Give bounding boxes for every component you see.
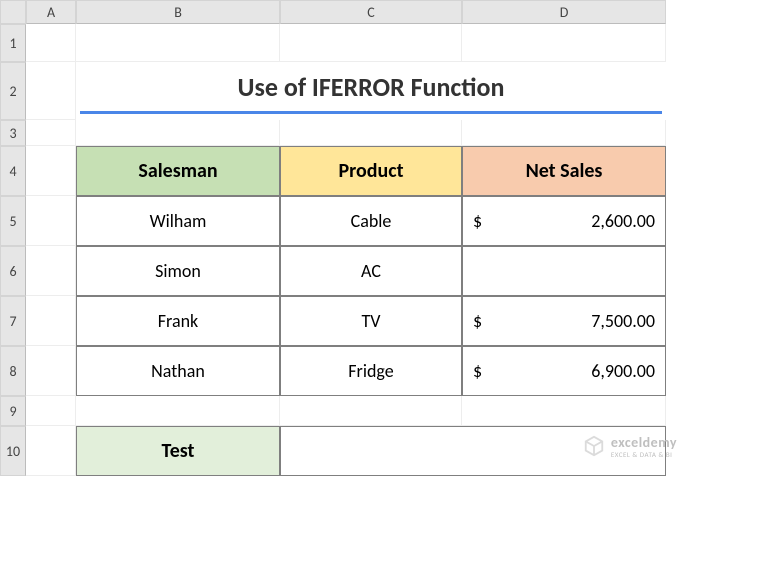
cell-salesman[interactable]: Frank xyxy=(76,296,280,346)
table-header-product[interactable]: Product xyxy=(280,146,462,196)
cell[interactable] xyxy=(76,120,280,146)
cell[interactable] xyxy=(26,62,76,120)
cell-product[interactable]: Cable xyxy=(280,196,462,246)
test-label[interactable]: Test xyxy=(76,426,280,476)
currency-symbol: $ xyxy=(473,360,482,382)
amount: 7,500.00 xyxy=(591,310,655,332)
cell[interactable] xyxy=(26,120,76,146)
select-all-corner[interactable] xyxy=(0,0,26,24)
cell[interactable] xyxy=(26,196,76,246)
cell[interactable] xyxy=(462,120,666,146)
col-header-c[interactable]: C xyxy=(280,0,462,24)
col-header-a[interactable]: A xyxy=(26,0,76,24)
cell-salesman[interactable]: Nathan xyxy=(76,346,280,396)
cell[interactable] xyxy=(280,396,462,426)
row-header-10[interactable]: 10 xyxy=(0,426,26,476)
amount: 6,900.00 xyxy=(591,360,655,382)
row-header-4[interactable]: 4 xyxy=(0,146,26,196)
page-title: Use of IFERROR Function xyxy=(80,62,662,114)
cell-product[interactable]: AC xyxy=(280,246,462,296)
cell[interactable] xyxy=(26,146,76,196)
col-header-b[interactable]: B xyxy=(76,0,280,24)
cell[interactable] xyxy=(462,24,666,62)
row-header-1[interactable]: 1 xyxy=(0,24,26,62)
cell-netsales[interactable]: $ 2,600.00 xyxy=(462,196,666,246)
test-value-cell[interactable] xyxy=(280,426,666,476)
row-header-7[interactable]: 7 xyxy=(0,296,26,346)
cell[interactable] xyxy=(76,396,280,426)
table-header-salesman[interactable]: Salesman xyxy=(76,146,280,196)
row-header-3[interactable]: 3 xyxy=(0,120,26,146)
row-header-6[interactable]: 6 xyxy=(0,246,26,296)
table-header-netsales[interactable]: Net Sales xyxy=(462,146,666,196)
cell-salesman[interactable]: Simon xyxy=(76,246,280,296)
cell[interactable] xyxy=(462,396,666,426)
currency-symbol: $ xyxy=(473,210,482,232)
cell-netsales[interactable]: $ 7,500.00 xyxy=(462,296,666,346)
row-header-2[interactable]: 2 xyxy=(0,62,26,120)
cell-salesman[interactable]: Wilham xyxy=(76,196,280,246)
cell-netsales[interactable] xyxy=(462,246,666,296)
amount: 2,600.00 xyxy=(591,210,655,232)
cell-product[interactable]: TV xyxy=(280,296,462,346)
spreadsheet: A B C D 1 2 3 4 5 6 7 8 9 10 Use of IFER… xyxy=(0,0,767,476)
col-header-d[interactable]: D xyxy=(462,0,666,24)
cell[interactable] xyxy=(280,120,462,146)
cell-product[interactable]: Fridge xyxy=(280,346,462,396)
currency-symbol: $ xyxy=(473,310,482,332)
cell[interactable] xyxy=(76,24,280,62)
cell[interactable] xyxy=(26,396,76,426)
cell[interactable] xyxy=(26,426,76,476)
cell[interactable] xyxy=(26,246,76,296)
cell-netsales[interactable]: $ 6,900.00 xyxy=(462,346,666,396)
cell[interactable] xyxy=(280,24,462,62)
cell[interactable] xyxy=(26,346,76,396)
row-header-8[interactable]: 8 xyxy=(0,346,26,396)
row-header-5[interactable]: 5 xyxy=(0,196,26,246)
row-header-9[interactable]: 9 xyxy=(0,396,26,426)
cell[interactable] xyxy=(26,24,76,62)
cell[interactable] xyxy=(26,296,76,346)
